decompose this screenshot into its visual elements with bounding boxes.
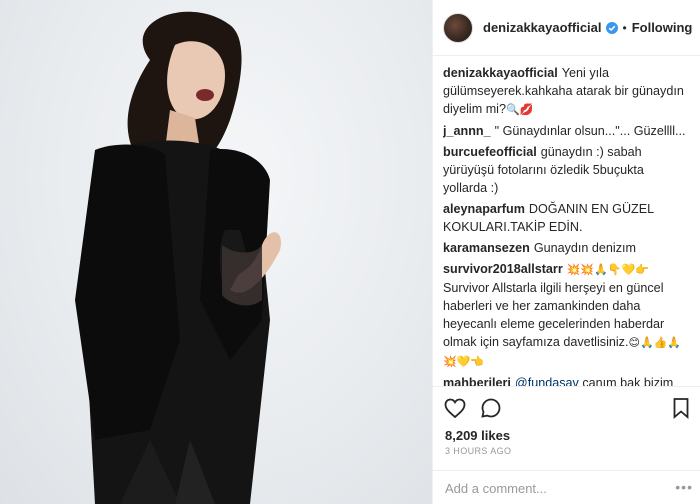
comment-text: Gunaydın denizım xyxy=(533,241,637,255)
comment-username[interactable]: mahberileri xyxy=(443,376,511,386)
comment-bubble-icon[interactable] xyxy=(479,396,503,420)
heart-icon[interactable] xyxy=(443,396,467,420)
comment-item: j_annn_ " Günaydınlar olsun..."... Güzell… xyxy=(443,122,691,140)
comment-username[interactable]: j_annn_ xyxy=(443,124,491,138)
comment-username[interactable]: burcuefeofficial xyxy=(443,145,537,159)
author-username[interactable]: denizakkayaofficial xyxy=(483,20,602,35)
comment-username[interactable]: aleynaparfum xyxy=(443,202,525,216)
comment-item: karamansezen Gunaydın denizım xyxy=(443,239,691,257)
more-options-icon[interactable]: ••• xyxy=(675,479,693,495)
comment-username[interactable]: karamansezen xyxy=(443,241,530,255)
author-avatar[interactable] xyxy=(443,12,473,43)
likes-count[interactable]: 8,209 likes xyxy=(445,428,510,443)
post-timestamp[interactable]: 3 HOURS AGO xyxy=(445,446,511,456)
header-separator: • xyxy=(622,20,627,35)
comment-item: survivor2018allstarr 💥💥🙏👇💛👉 Survivor Allst… xyxy=(443,260,691,371)
bookmark-icon[interactable] xyxy=(669,396,693,420)
post-photo[interactable] xyxy=(0,0,432,504)
verified-badge-icon xyxy=(605,21,618,34)
comment-emoji: 💥💥🙏👇💛👉 xyxy=(566,263,649,276)
add-comment-bar: ••• xyxy=(433,470,700,504)
post-header: denizakkayaofficial • Following xyxy=(433,0,700,56)
comment-username[interactable]: survivor2018allstarr xyxy=(443,262,563,276)
caption-author[interactable]: denizakkayaofficial xyxy=(443,66,558,80)
comment-mention[interactable]: @fundasav xyxy=(515,376,579,386)
comment-item: aleynaparfum DOĞANIN EN GÜZEL KOKULARI.TA… xyxy=(443,200,691,236)
caption: denizakkayaofficial Yeni yıla gülümseyere… xyxy=(443,64,691,119)
comments-list: denizakkayaofficial Yeni yıla gülümseyere… xyxy=(443,64,691,386)
comment-item: burcuefeofficial günaydın :) sabah yürüyü… xyxy=(443,143,691,197)
add-comment-input[interactable] xyxy=(445,477,675,499)
comment-text: " Günaydınlar olsun..."... Güzellll... xyxy=(494,124,686,138)
instagram-post: denizakkayaofficial • Following denizakk… xyxy=(0,0,700,504)
post-side-panel: denizakkayaofficial • Following denizakk… xyxy=(432,0,700,504)
following-button[interactable]: Following xyxy=(632,20,693,35)
caption-emoji: 🔍💋 xyxy=(505,103,534,116)
post-actions xyxy=(433,386,700,426)
comment-item: mahberileri@fundasav canım bak bizim blu… xyxy=(443,374,691,386)
woman-portrait-illustration xyxy=(75,11,281,504)
